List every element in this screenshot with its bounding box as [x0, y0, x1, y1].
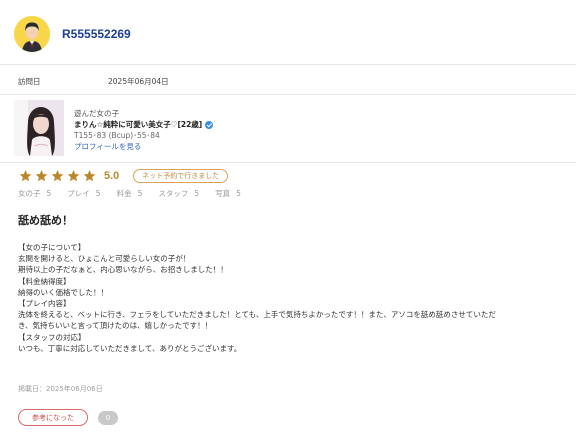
subscore-value: 5	[95, 189, 101, 198]
post-date: 掲載日：2025年06月06日	[18, 385, 103, 393]
divider	[0, 162, 576, 163]
reviewer-header: R555552269	[14, 14, 131, 54]
star-icon	[19, 170, 32, 182]
rating-row: 5.0 ネット予約で行きました	[18, 168, 229, 184]
star-rating	[18, 169, 98, 183]
subscore-label: 料金	[116, 189, 132, 198]
star-icon	[35, 170, 48, 182]
subscore-item: スタッフ 5	[158, 188, 199, 199]
review-line: 【プレイ内容】	[18, 299, 71, 309]
star-icon	[67, 170, 80, 182]
girl-section-label: 遊んだ女の子	[74, 109, 119, 118]
subscore-item: 女の子 5	[18, 188, 51, 199]
review-line: 【料金納得度】	[18, 276, 71, 286]
subscore-value: 5	[137, 189, 143, 198]
helpful-count-badge: 0	[98, 411, 118, 425]
girl-info: 遊んだ女の子 まりん☆純粋に可愛い美女子♡[22歳] T155･83 (Bcup…	[74, 108, 214, 152]
star-icon	[51, 170, 64, 182]
net-reservation-badge: ネット予約で行きました	[133, 169, 229, 183]
visit-date-label: 訪問日	[18, 77, 41, 86]
review-line: 納得のいく価格でした！！	[18, 287, 108, 297]
subscore-item: プレイ 5	[67, 188, 100, 199]
divider	[0, 64, 576, 65]
helpful-button[interactable]: 参考になった	[18, 409, 88, 426]
subscore-label: プレイ	[67, 189, 90, 198]
girl-photo[interactable]	[14, 100, 64, 156]
review-line: 洗体を終えると、ベットに行き、フェラをしていただきました！とても、上手で気持ちよ…	[18, 310, 496, 320]
star-icon	[83, 170, 96, 182]
review-title: 舐め舐め！	[18, 214, 73, 227]
subscore-item: 料金 5	[117, 188, 143, 199]
review-line: き、気持ちいいと言って頂けたのは、嬉しかったです！！	[18, 321, 213, 331]
review-line: 【女の子について】	[18, 243, 86, 252]
verified-check-icon	[205, 120, 214, 129]
subscore-value: 5	[194, 189, 200, 198]
subscore-label: 写真	[215, 189, 231, 198]
user-avatar-icon[interactable]	[14, 16, 50, 52]
girl-spec: T155･83 (Bcup)･55･84	[74, 131, 160, 140]
subscore-value: 5	[236, 189, 241, 198]
reviewer-name-link[interactable]: R555552269	[62, 27, 131, 41]
profile-link[interactable]: プロフィールを見る	[74, 141, 213, 152]
subscore-list: 女の子 5 プレイ 5 料金 5 スタッフ 5 写真 5	[18, 188, 257, 199]
girl-name[interactable]: まりん☆純粋に可愛い美女子♡[22歳]	[74, 119, 202, 130]
review-line: 玄関を開けると、ひょこんと可愛らしい女の子が！	[18, 254, 191, 264]
review-body: 【女の子について】玄関を開けると、ひょこんと可愛らしい女の子が！ 期待以上の子だな…	[18, 242, 568, 354]
review-card: R555552269 訪問日 2025年06月04日 遊んだ女の子 まりん☆純粋…	[0, 0, 576, 440]
review-line: 期待以上の子だなぁと、内心思いながら、お招きしました！！	[18, 265, 228, 275]
subscore-label: 女の子	[18, 189, 41, 198]
girl-name-row: まりん☆純粋に可愛い美女子♡[22歳]	[74, 119, 214, 130]
rating-score: 5.0	[104, 170, 120, 182]
visit-date-value: 2025年06月04日	[108, 77, 169, 86]
review-line: 【スタッフの対応】	[18, 332, 86, 342]
divider	[0, 94, 576, 95]
subscore-item: 写真 5	[215, 188, 241, 199]
subscore-value: 5	[46, 189, 52, 198]
review-line: いつも、丁寧に対応していただきまして、ありがとうございます。	[18, 343, 242, 353]
subscore-label: スタッフ	[158, 189, 189, 198]
